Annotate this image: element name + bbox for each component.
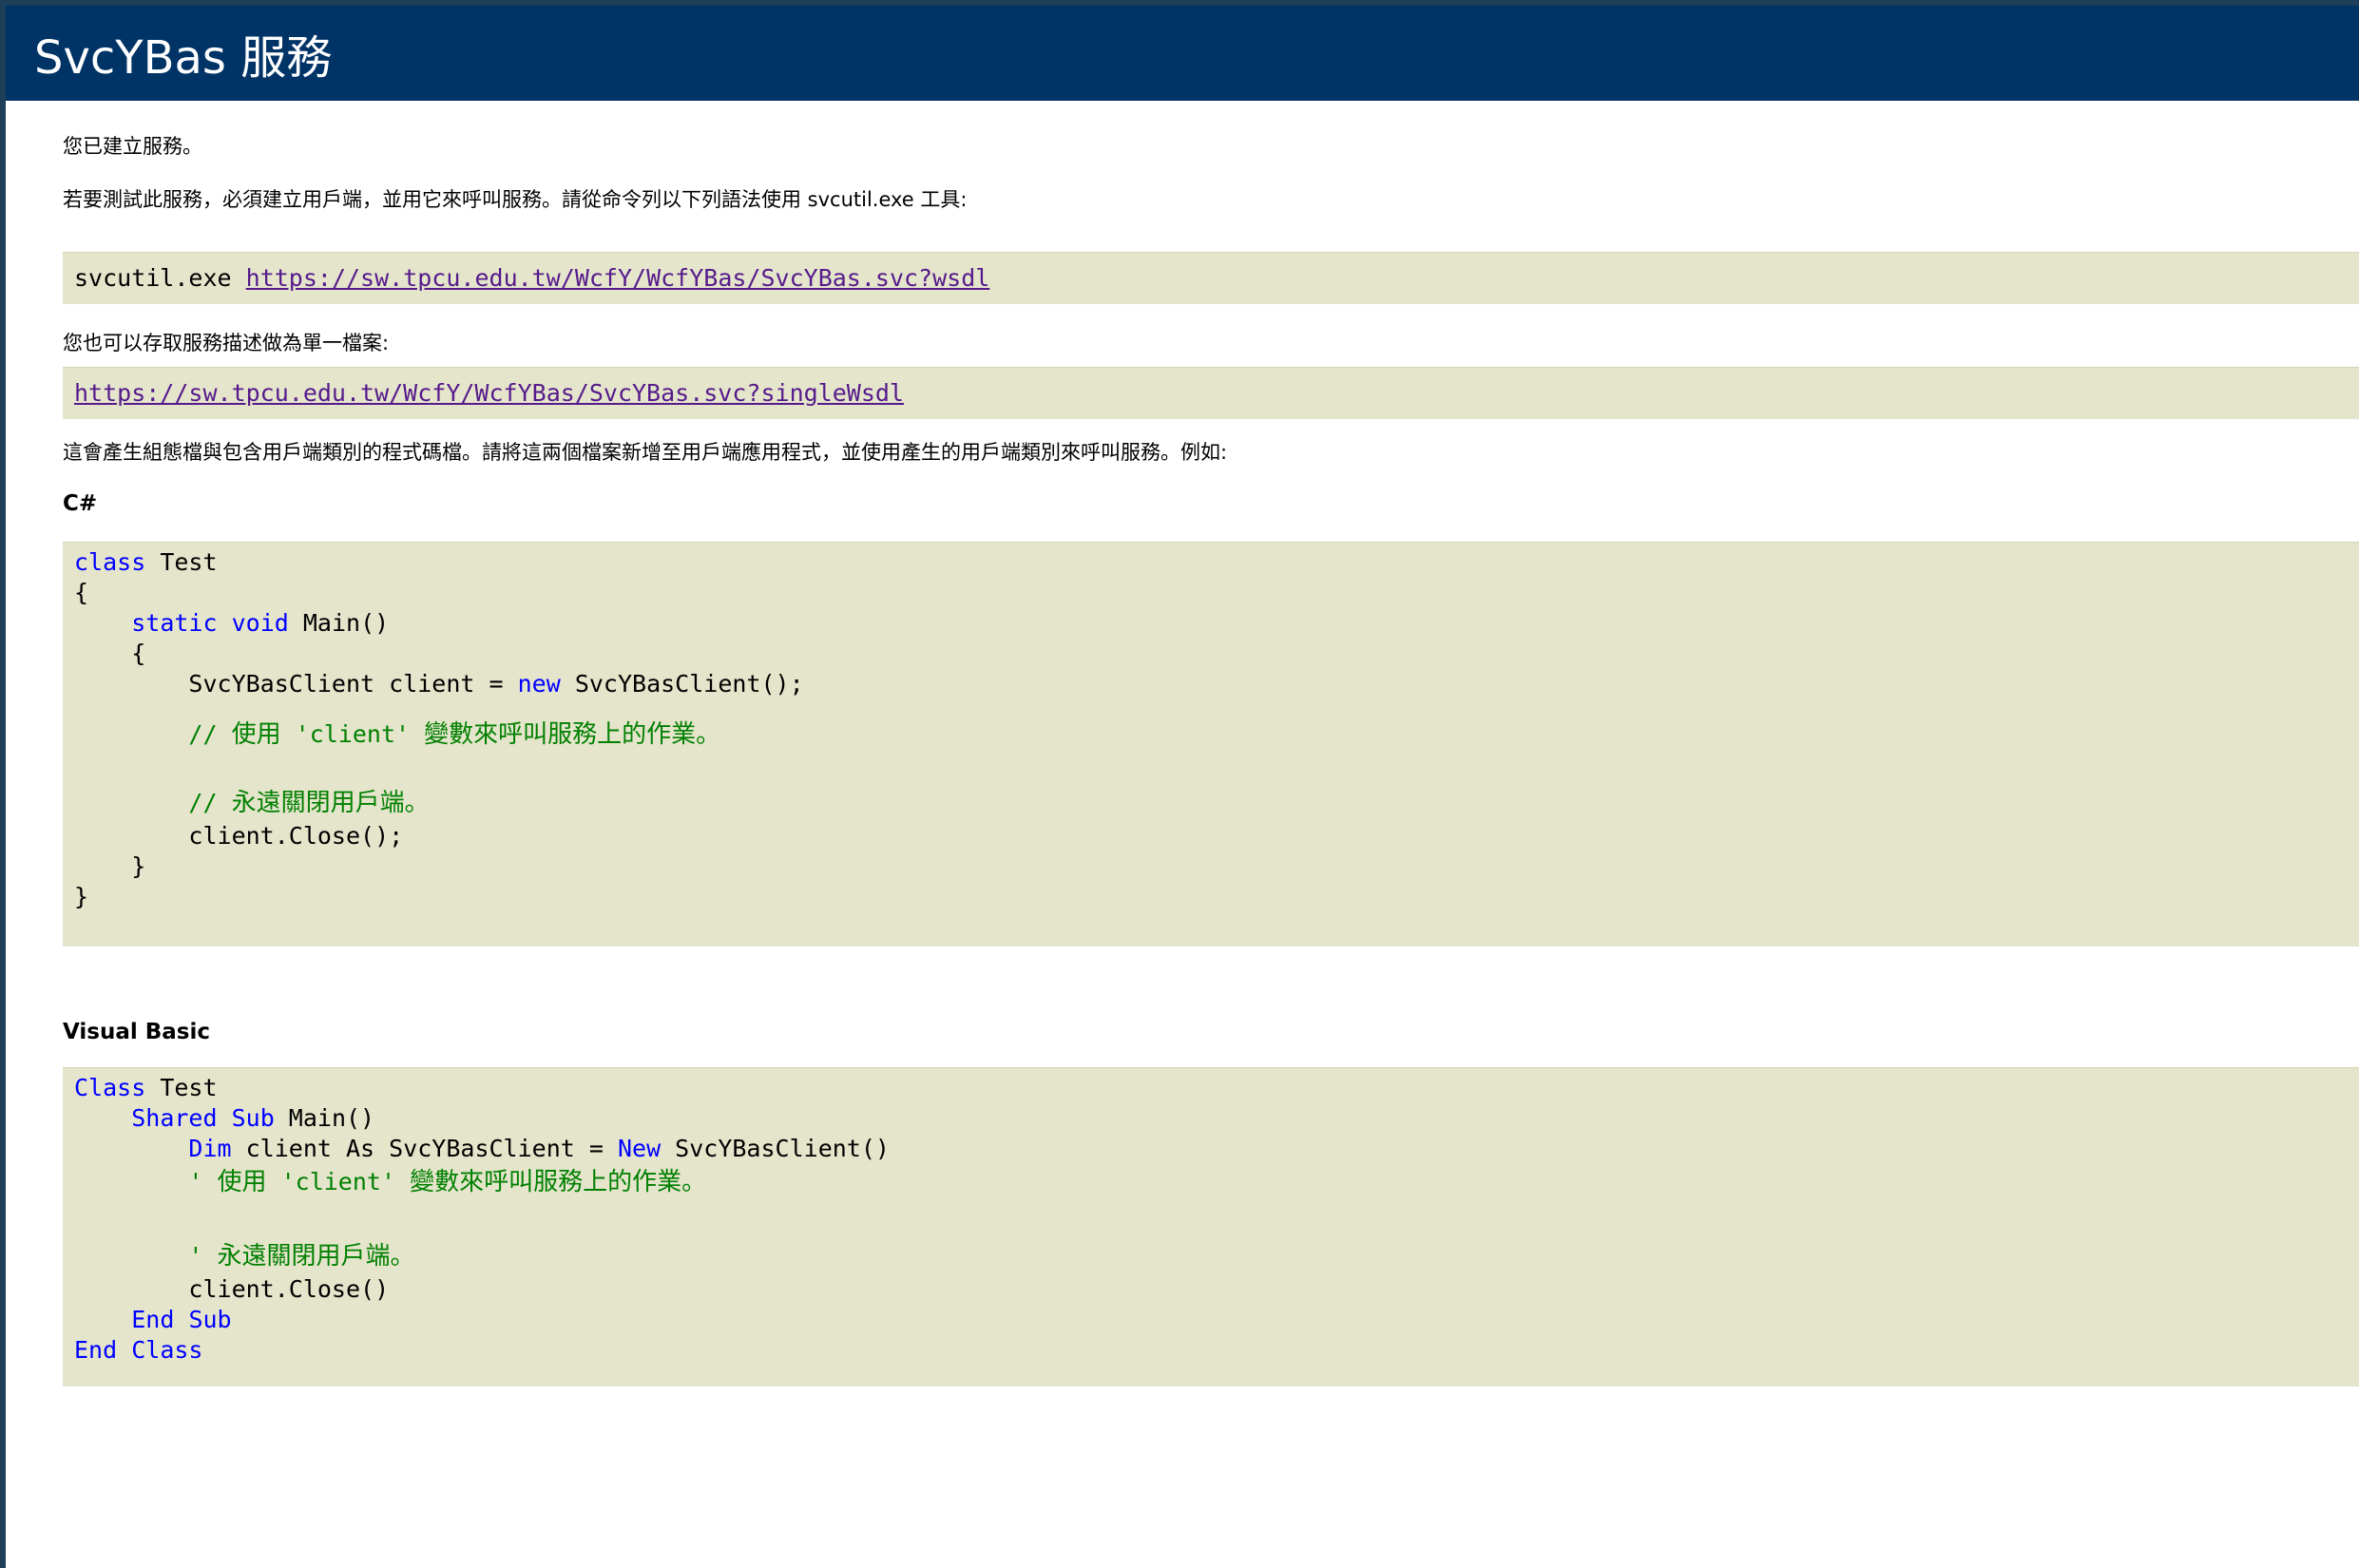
code-line: ' 使用 'client' 變數來呼叫服務上的作業。 [74,1164,2359,1200]
code-keyword: Sub [188,1306,232,1333]
single-wsdl-link[interactable]: https://sw.tpcu.edu.tw/WcfY/WcfYBas/SvcY… [74,379,904,407]
code-line: Class Test [74,1073,2359,1103]
code-line: } [74,851,2359,882]
code-text: } [74,883,89,910]
created-message: 您已建立服務。 [63,135,202,158]
code-text: Main() [274,1104,375,1132]
code-keyword: Shared [131,1104,218,1132]
comment-text: 永遠關閉用戶端。 [217,1242,415,1271]
comment-text: 變數來呼叫服務上的作業。 [410,1168,707,1196]
code-line: End Sub [74,1305,2359,1335]
vb-code-block: Class Test Shared Sub Main() Dim client … [63,1067,2359,1386]
comment-text: 變數來呼叫服務上的作業。 [424,720,721,749]
code-text: SvcYBasClient(); [560,670,804,698]
code-comment: ' 使用 'client' 變數來呼叫服務上的作業。 [188,1168,707,1196]
code-text: client.Close() [188,1275,390,1303]
code-line: static void Main() [74,608,2359,639]
code-line: Dim client As SvcYBasClient = New SvcYBa… [74,1134,2359,1164]
comment-prefix: // [188,789,232,816]
code-line: // 永遠關閉用戶端。 [74,785,2359,821]
code-line: client.Close(); [74,821,2359,851]
svcutil-command-box: svcutil.exe https://sw.tpcu.edu.tw/WcfY/… [63,252,2359,304]
comment-prefix: // [188,720,232,748]
code-line: } [74,882,2359,912]
single-wsdl-box: https://sw.tpcu.edu.tw/WcfY/WcfYBas/SvcY… [63,367,2359,419]
vb-heading: Visual Basic [63,1020,211,1044]
comment-text: 永遠關閉用戶端。 [231,789,430,817]
generate-text: 這會產生組態檔與包含用戶端類別的程式碼檔。請將這兩個檔案新增至用戶端應用程式，並… [63,441,1228,464]
csharp-heading: C# [63,491,98,516]
code-keyword: End [74,1336,118,1364]
code-comment: // 永遠關閉用戶端。 [188,789,430,817]
code-text: SvcYBasClient() [661,1135,890,1162]
comment-prefix: ' [188,1242,218,1270]
code-text: } [131,852,146,880]
code-keyword: End [131,1306,175,1333]
code-keyword: static [131,609,218,637]
code-line: Shared Sub Main() [74,1103,2359,1134]
code-line: SvcYBasClient client = new SvcYBasClient… [74,669,2359,699]
csharp-code-block: class Test{ static void Main() { SvcYBas… [63,542,2359,947]
code-keyword: new [517,670,561,698]
code-text: Test [145,1074,218,1101]
code-line: { [74,639,2359,669]
code-text: Test [145,548,218,576]
single-file-text: 您也可以存取服務描述做為單一檔案: [63,332,390,354]
code-keyword: Class [131,1336,203,1364]
svcutil-command: svcutil.exe [74,264,232,292]
code-keyword: Sub [231,1104,275,1132]
test-instructions: 若要測試此服務，必須建立用戶端，並用它來呼叫服務。請從命令列以下列語法使用 sv… [63,188,968,211]
code-line: // 使用 'client' 變數來呼叫服務上的作業。 [74,717,2359,753]
comment-text: 'client' [266,1168,411,1195]
code-keyword: Class [74,1074,146,1101]
code-keyword: Dim [188,1135,232,1162]
code-line: End Class [74,1335,2359,1366]
code-line: client.Close() [74,1274,2359,1305]
page-header: SvcYBas 服務 [6,6,2359,101]
page-title: SvcYBas 服務 [34,31,333,85]
code-keyword: void [231,609,289,637]
service-page: SvcYBas 服務 您已建立服務。 若要測試此服務，必須建立用戶端，並用它來呼… [6,6,2359,1568]
comment-prefix: ' [188,1168,218,1195]
code-comment: // 使用 'client' 變數來呼叫服務上的作業。 [188,720,721,749]
comment-text: 使用 [231,720,281,749]
code-text: client.Close(); [188,822,404,850]
code-text: client As SvcYBasClient = [231,1135,618,1162]
code-line: class Test [74,547,2359,578]
comment-text: 'client' [280,720,425,748]
code-text: SvcYBasClient client = [188,670,518,698]
code-keyword: New [617,1135,662,1162]
code-text: { [131,640,146,667]
code-text: { [74,579,89,606]
page-content: 您已建立服務。 若要測試此服務，必須建立用戶端，並用它來呼叫服務。請從命令列以下… [6,101,2359,1386]
code-comment: ' 永遠關閉用戶端。 [188,1242,415,1271]
code-line: ' 永遠關閉用戶端。 [74,1238,2359,1274]
code-keyword: class [74,548,146,576]
comment-text: 使用 [217,1168,267,1196]
code-line: { [74,578,2359,608]
wsdl-link[interactable]: https://sw.tpcu.edu.tw/WcfY/WcfYBas/SvcY… [246,264,990,292]
code-text: Main() [288,609,390,637]
